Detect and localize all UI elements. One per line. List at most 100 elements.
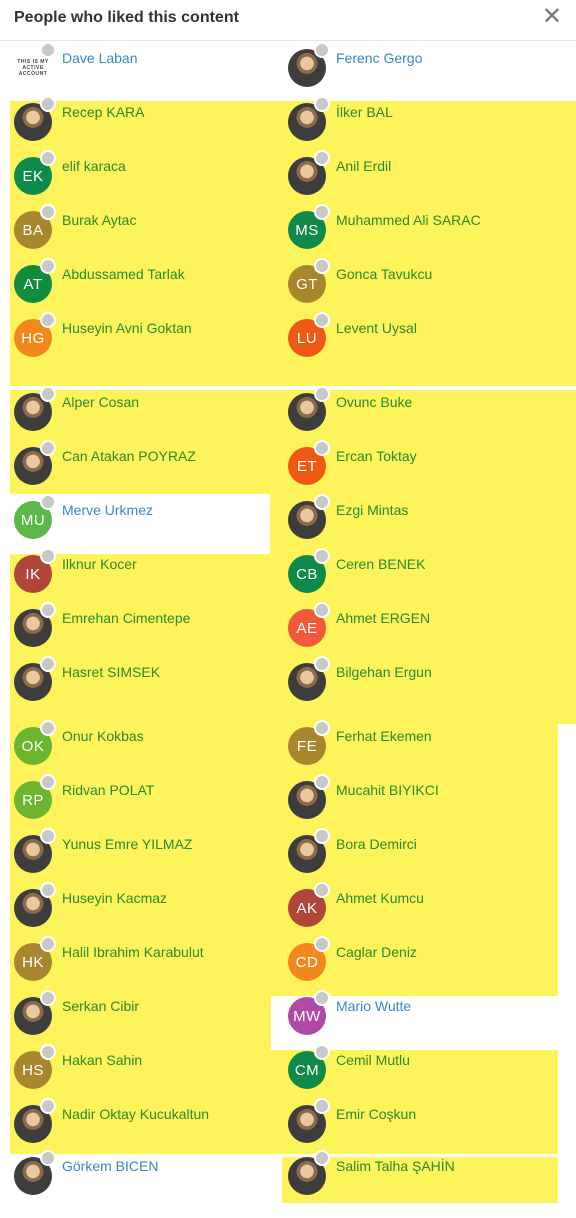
- presence-status-icon: [314, 42, 330, 58]
- person-name[interactable]: Emir Coşkun: [336, 1106, 416, 1122]
- person-name[interactable]: Alper Cosan: [62, 394, 139, 410]
- person-item[interactable]: AK Ahmet Kumcu: [288, 882, 548, 935]
- person-item[interactable]: ET Ercan Toktay: [288, 440, 548, 493]
- person-name[interactable]: Halil Ibrahim Karabulut: [62, 944, 204, 960]
- person-item[interactable]: HG Huseyin Avni Goktan: [14, 312, 274, 365]
- close-icon[interactable]: ✕: [542, 5, 562, 29]
- person-name[interactable]: Ilknur Kocer: [62, 556, 137, 572]
- person-name[interactable]: Ferenc Gergo: [336, 50, 422, 66]
- presence-status-icon: [40, 150, 56, 166]
- person-item[interactable]: THIS IS MY ACTIVE ACCOUNT Dave Laban: [14, 42, 274, 95]
- person-item[interactable]: Bilgehan Ergun: [288, 656, 548, 709]
- person-item[interactable]: FE Ferhat Ekemen: [288, 720, 548, 773]
- person-name[interactable]: Mario Wutte: [336, 998, 411, 1014]
- person-item[interactable]: AT Abdussamed Tarlak: [14, 258, 274, 311]
- person-name[interactable]: Gonca Tavukcu: [336, 266, 432, 282]
- person-item[interactable]: IK Ilknur Kocer: [14, 548, 274, 601]
- person-name[interactable]: Ridvan POLAT: [62, 782, 154, 798]
- person-name[interactable]: Salim Talha ŞAHİN: [336, 1158, 455, 1174]
- person-item[interactable]: Ezgi Mintas: [288, 494, 548, 547]
- person-item[interactable]: Huseyin Kacmaz: [14, 882, 274, 935]
- person-name[interactable]: Ezgi Mintas: [336, 502, 408, 518]
- person-name[interactable]: Onur Kokbas: [62, 728, 144, 744]
- person-item[interactable]: Yunus Emre YILMAZ: [14, 828, 274, 881]
- person-name[interactable]: elif karaca: [62, 158, 126, 174]
- person-name[interactable]: Anil Erdil: [336, 158, 391, 174]
- presence-status-icon: [40, 42, 56, 58]
- person-item[interactable]: Anil Erdil: [288, 150, 548, 203]
- person-name[interactable]: Dave Laban: [62, 50, 138, 66]
- person-item[interactable]: Salim Talha ŞAHİN: [288, 1150, 548, 1203]
- person-name[interactable]: Cemil Mutlu: [336, 1052, 410, 1068]
- person-item[interactable]: Nadir Oktay Kucukaltun: [14, 1098, 274, 1151]
- presence-status-icon: [314, 656, 330, 672]
- person-item[interactable]: Ferenc Gergo: [288, 42, 548, 95]
- person-name[interactable]: Huseyin Avni Goktan: [62, 320, 192, 336]
- person-item[interactable]: HS Hakan Sahin: [14, 1044, 274, 1097]
- presence-status-icon: [314, 386, 330, 402]
- person-name[interactable]: Merve Urkmez: [62, 502, 153, 518]
- person-item[interactable]: CD Caglar Deniz: [288, 936, 548, 989]
- person-name[interactable]: Hakan Sahin: [62, 1052, 142, 1068]
- person-name[interactable]: Serkan Cibir: [62, 998, 139, 1014]
- person-item[interactable]: AE Ahmet ERGEN: [288, 602, 548, 655]
- person-name[interactable]: Can Atakan POYRAZ: [62, 448, 196, 464]
- presence-status-icon: [40, 1150, 56, 1166]
- presence-status-icon: [40, 204, 56, 220]
- person-item[interactable]: MS Muhammed Ali SARAC: [288, 204, 548, 257]
- person-name[interactable]: Caglar Deniz: [336, 944, 417, 960]
- person-item[interactable]: CM Cemil Mutlu: [288, 1044, 548, 1097]
- person-name[interactable]: Levent Uysal: [336, 320, 417, 336]
- person-name[interactable]: Huseyin Kacmaz: [62, 890, 167, 906]
- presence-status-icon: [40, 882, 56, 898]
- person-name[interactable]: Burak Aytac: [62, 212, 136, 228]
- person-name[interactable]: Bilgehan Ergun: [336, 664, 432, 680]
- person-name[interactable]: Mucahit BIYIKCI: [336, 782, 439, 798]
- person-item[interactable]: BA Burak Aytac: [14, 204, 274, 257]
- person-name[interactable]: Abdussamed Tarlak: [62, 266, 185, 282]
- person-item[interactable]: Görkem BICEN: [14, 1150, 274, 1203]
- person-item[interactable]: Ovunc Buke: [288, 386, 548, 439]
- person-name[interactable]: Yunus Emre YILMAZ: [62, 836, 192, 852]
- person-item[interactable]: MU Merve Urkmez: [14, 494, 274, 547]
- presence-status-icon: [40, 990, 56, 1006]
- person-item[interactable]: Can Atakan POYRAZ: [14, 440, 274, 493]
- person-name[interactable]: Nadir Oktay Kucukaltun: [62, 1106, 209, 1122]
- person-item[interactable]: HK Halil Ibrahim Karabulut: [14, 936, 274, 989]
- person-item[interactable]: Recep KARA: [14, 96, 274, 149]
- person-item[interactable]: İlker BAL: [288, 96, 548, 149]
- person-name[interactable]: Muhammed Ali SARAC: [336, 212, 481, 228]
- presence-status-icon: [40, 96, 56, 112]
- person-item[interactable]: Mucahit BIYIKCI: [288, 774, 548, 827]
- person-name[interactable]: Recep KARA: [62, 104, 144, 120]
- person-item[interactable]: LU Levent Uysal: [288, 312, 548, 365]
- person-name[interactable]: Bora Demirci: [336, 836, 417, 852]
- person-name[interactable]: Ahmet Kumcu: [336, 890, 424, 906]
- person-item[interactable]: Emrehan Cimentepe: [14, 602, 274, 655]
- person-item[interactable]: RP Ridvan POLAT: [14, 774, 274, 827]
- person-item[interactable]: MW Mario Wutte: [288, 990, 548, 1043]
- person-item[interactable]: Alper Cosan: [14, 386, 274, 439]
- person-item[interactable]: Serkan Cibir: [14, 990, 274, 1043]
- presence-status-icon: [314, 1098, 330, 1114]
- presence-status-icon: [40, 602, 56, 618]
- person-item[interactable]: GT Gonca Tavukcu: [288, 258, 548, 311]
- person-name[interactable]: Hasret SIMSEK: [62, 664, 160, 680]
- person-item[interactable]: OK Onur Kokbas: [14, 720, 274, 773]
- person-item[interactable]: Hasret SIMSEK: [14, 656, 274, 709]
- person-name[interactable]: Ovunc Buke: [336, 394, 412, 410]
- person-item[interactable]: CB Ceren BENEK: [288, 548, 548, 601]
- person-name[interactable]: Ferhat Ekemen: [336, 728, 432, 744]
- person-name[interactable]: İlker BAL: [336, 104, 393, 120]
- person-name[interactable]: Ercan Toktay: [336, 448, 417, 464]
- person-item[interactable]: Emir Coşkun: [288, 1098, 548, 1151]
- presence-status-icon: [314, 258, 330, 274]
- person-item[interactable]: Bora Demirci: [288, 828, 548, 881]
- person-name[interactable]: Görkem BICEN: [62, 1158, 158, 1174]
- person-item[interactable]: EK elif karaca: [14, 150, 274, 203]
- person-name[interactable]: Emrehan Cimentepe: [62, 610, 190, 626]
- presence-status-icon: [314, 312, 330, 328]
- person-name[interactable]: Ahmet ERGEN: [336, 610, 430, 626]
- person-name[interactable]: Ceren BENEK: [336, 556, 425, 572]
- presence-status-icon: [314, 1150, 330, 1166]
